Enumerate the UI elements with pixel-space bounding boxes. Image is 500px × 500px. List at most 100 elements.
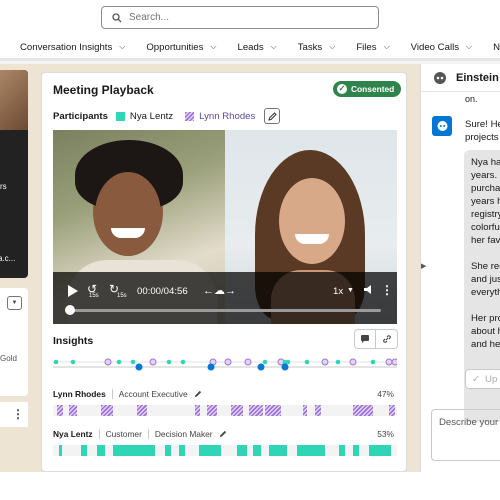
talk-segment[interactable]: [369, 445, 391, 456]
skip-forward-label: 15s: [117, 293, 127, 299]
global-search[interactable]: Search...: [101, 6, 379, 29]
insights-timeline[interactable]: [53, 353, 397, 383]
key-moment-marker[interactable]: [135, 363, 143, 371]
talk-percentage: 47%: [377, 389, 394, 399]
key-moment-marker[interactable]: [207, 363, 215, 371]
nav-item-leads[interactable]: Leads ⌵: [237, 36, 288, 58]
insight-marker[interactable]: [321, 358, 329, 366]
talk-segment[interactable]: [97, 445, 105, 456]
talk-segment[interactable]: [137, 405, 147, 416]
einstein-skip-icon[interactable]: ←☁→: [203, 284, 236, 297]
play-icon[interactable]: [67, 285, 78, 297]
talk-segment[interactable]: [207, 405, 217, 416]
insight-marker[interactable]: [180, 359, 186, 365]
chevron-down-icon[interactable]: ⌵: [271, 42, 277, 52]
insight-marker[interactable]: [53, 359, 59, 365]
insight-marker[interactable]: [335, 359, 341, 365]
talk-segment[interactable]: [253, 445, 261, 456]
speaker-track-lynn[interactable]: [53, 405, 397, 416]
talk-segment[interactable]: [69, 405, 77, 416]
nav-item-opportunities[interactable]: Opportunities ⌵: [146, 36, 228, 58]
chevron-down-icon[interactable]: ▼: [347, 287, 354, 294]
talk-segment[interactable]: [101, 405, 113, 416]
nav-item-conversation-insights[interactable]: Conversation Insights ⌵: [20, 36, 137, 58]
insight-marker[interactable]: [70, 359, 76, 365]
insight-marker[interactable]: [130, 359, 136, 365]
progress-track[interactable]: [71, 309, 381, 312]
chevron-down-icon[interactable]: ⌵: [466, 42, 472, 52]
einstein-prompt-input[interactable]: Describe your: [431, 409, 500, 461]
speaker-row-1: Lynn Rhodes Account Executive: [53, 389, 202, 399]
talk-segment[interactable]: [269, 445, 287, 456]
insight-marker[interactable]: [370, 359, 376, 365]
key-moment-marker[interactable]: [257, 363, 265, 371]
talk-segment[interactable]: [339, 445, 345, 456]
talk-segment[interactable]: [303, 405, 307, 416]
key-moment-marker[interactable]: [281, 363, 289, 371]
talk-segment[interactable]: [315, 405, 321, 416]
speaker-role: Decision Maker: [154, 429, 213, 439]
talk-segment[interactable]: [195, 405, 200, 416]
nav-item-more[interactable]: N: [493, 36, 500, 58]
talk-segment[interactable]: [297, 445, 325, 456]
nav-item-files[interactable]: Files ⌵: [356, 36, 401, 58]
talk-segment[interactable]: [231, 405, 243, 416]
nav-item-video-calls[interactable]: Video Calls ⌵: [411, 36, 484, 58]
talk-segment[interactable]: [57, 405, 63, 416]
update-button-label: Up: [485, 373, 498, 385]
einstein-header: Einstein: [421, 64, 500, 92]
insight-marker[interactable]: [285, 359, 291, 365]
pencil-icon[interactable]: [194, 390, 202, 398]
speaker-row-2: Nya Lentz Customer Decision Maker: [53, 429, 227, 439]
talk-segment[interactable]: [389, 405, 395, 416]
talk-segment[interactable]: [81, 445, 87, 456]
insight-marker[interactable]: [149, 358, 157, 366]
dropdown-button[interactable]: ▼: [7, 296, 22, 310]
insight-marker[interactable]: [224, 358, 232, 366]
insight-marker[interactable]: [104, 358, 112, 366]
speaker-track-nya[interactable]: [53, 445, 397, 456]
speed-selector[interactable]: 1x: [333, 286, 343, 297]
response-paragraph: She rec and just everyth: [471, 261, 500, 298]
talk-segment[interactable]: [237, 445, 247, 456]
pencil-icon[interactable]: [219, 430, 227, 438]
insights-actions: [354, 329, 398, 349]
insight-marker[interactable]: [116, 359, 122, 365]
talk-segment[interactable]: [353, 405, 373, 416]
left-record-card[interactable]: rs a.c...: [0, 70, 28, 278]
teal-swatch-icon: [115, 111, 125, 121]
insight-marker[interactable]: [385, 358, 393, 366]
chevron-down-icon[interactable]: ⌵: [329, 42, 335, 52]
edit-participants-button[interactable]: [264, 108, 281, 124]
chevron-down-icon[interactable]: ⌵: [119, 42, 125, 52]
einstein-message: Sure! He projects: [465, 119, 500, 143]
insight-marker[interactable]: [391, 358, 397, 366]
chevron-down-icon[interactable]: ⌵: [384, 42, 390, 52]
progress-knob[interactable]: [65, 305, 75, 315]
insight-marker[interactable]: [349, 358, 357, 366]
link-button[interactable]: [376, 329, 398, 349]
volume-icon[interactable]: [364, 284, 375, 295]
talk-segment[interactable]: [165, 445, 171, 456]
talk-segment[interactable]: [249, 405, 263, 416]
einstein-bot-icon: [437, 121, 447, 131]
nav-item-label: Tasks: [297, 41, 323, 53]
update-button[interactable]: ✓ Up: [465, 369, 500, 389]
talk-segment[interactable]: [179, 445, 185, 456]
talk-segment[interactable]: [113, 445, 155, 456]
chevron-down-icon[interactable]: ⌵: [210, 42, 216, 52]
more-actions-icon[interactable]: ⋮: [12, 407, 24, 421]
nav-item-tasks[interactable]: Tasks ⌵: [298, 36, 348, 58]
talk-segment[interactable]: [59, 445, 62, 456]
insight-marker[interactable]: [262, 359, 268, 365]
collapse-panel-icon[interactable]: ▶: [421, 262, 426, 270]
talk-segment[interactable]: [265, 405, 281, 416]
insight-marker[interactable]: [304, 359, 310, 365]
insight-marker[interactable]: [166, 359, 172, 365]
more-options-icon[interactable]: ⋮: [381, 283, 393, 297]
talk-segment[interactable]: [353, 445, 359, 456]
comment-button[interactable]: [354, 329, 376, 349]
talk-segment[interactable]: [199, 445, 221, 456]
insight-markers[interactable]: [53, 358, 397, 371]
insight-marker[interactable]: [244, 358, 252, 366]
